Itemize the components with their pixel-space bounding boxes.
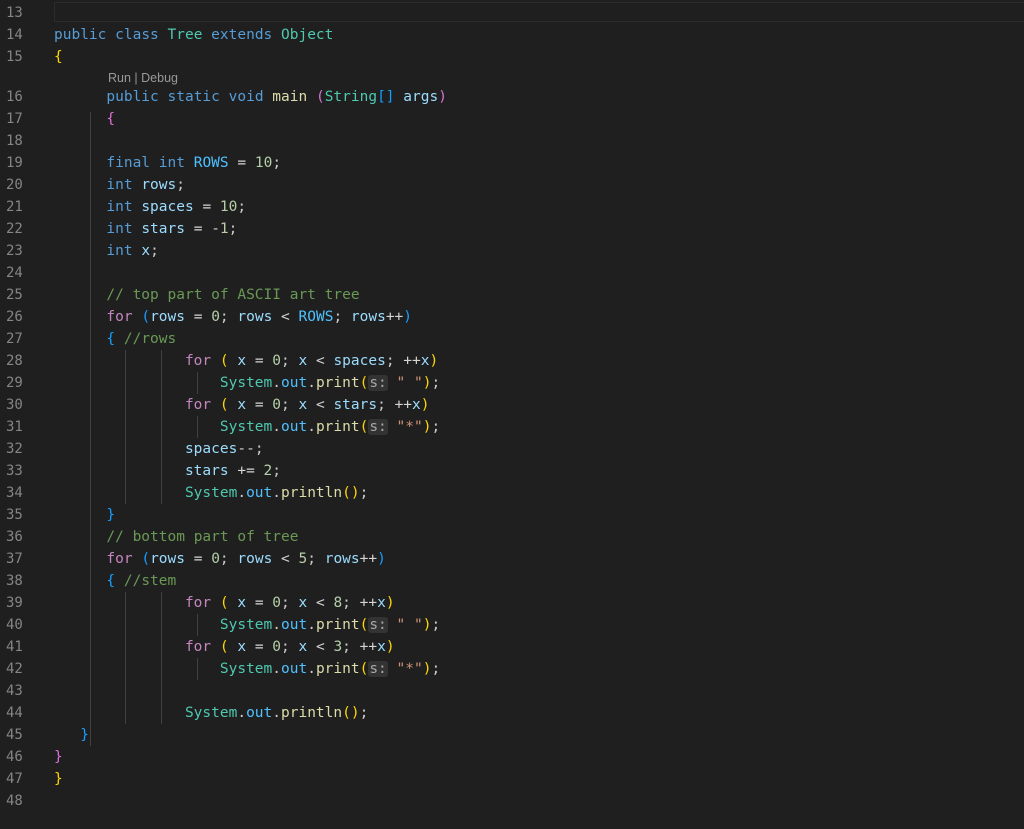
code-line-42[interactable]: System.out.print(s: "*"); — [54, 658, 440, 680]
line-number: 36 — [6, 529, 23, 545]
line-number: 26 — [6, 309, 23, 325]
code-line-30[interactable]: for ( x = 0; x < stars; ++x) — [54, 394, 430, 416]
code-line-19[interactable]: final int ROWS = 10; — [54, 152, 281, 174]
code-line-47[interactable]: } — [54, 768, 63, 790]
line-number: 35 — [6, 507, 23, 523]
code-line-26[interactable]: for (rows = 0; rows < ROWS; rows++) — [54, 306, 412, 328]
line-number: 17 — [6, 111, 23, 127]
code-line-23[interactable]: int x; — [54, 240, 158, 262]
line-number: 43 — [6, 683, 23, 699]
codelens: Run | Debug — [108, 69, 178, 87]
line-number: 44 — [6, 705, 23, 721]
line-number: 47 — [6, 771, 23, 787]
code-line-15[interactable]: { — [54, 46, 63, 68]
line-number: 27 — [6, 331, 23, 347]
code-editor[interactable]: 13 14 15 16 17 18 19 20 21 22 23 24 25 26 27 28 29 30 31 32… — [0, 0, 1024, 829]
code-line-25[interactable]: // top part of ASCII art tree — [54, 284, 359, 306]
line-number: 18 — [6, 133, 23, 149]
code-line-45[interactable]: } — [54, 724, 89, 746]
code-line-28[interactable]: for ( x = 0; x < spaces; ++x) — [54, 350, 438, 372]
code-line-27[interactable]: { //rows — [54, 328, 176, 350]
line-number: 48 — [6, 793, 23, 809]
code-line-41[interactable]: for ( x = 0; x < 3; ++x) — [54, 636, 395, 658]
line-number: 24 — [6, 265, 23, 281]
code-line-44[interactable]: System.out.println(); — [54, 702, 368, 724]
code-line-35[interactable]: } — [54, 504, 115, 526]
line-number: 16 — [6, 89, 23, 105]
line-number: 15 — [6, 49, 23, 65]
code-line-36[interactable]: // bottom part of tree — [54, 526, 298, 548]
line-number: 37 — [6, 551, 23, 567]
line-number: 38 — [6, 573, 23, 589]
line-number: 20 — [6, 177, 23, 193]
code-line-39[interactable]: for ( x = 0; x < 8; ++x) — [54, 592, 395, 614]
line-number: 33 — [6, 463, 23, 479]
code-line-33[interactable]: stars += 2; — [54, 460, 281, 482]
codelens-separator: | — [130, 71, 142, 85]
code-line-40[interactable]: System.out.print(s: " "); — [54, 614, 440, 636]
code-line-21[interactable]: int spaces = 10; — [54, 196, 246, 218]
line-number: 29 — [6, 375, 23, 391]
line-number: 45 — [6, 727, 23, 743]
code-line-22[interactable]: int stars = -1; — [54, 218, 237, 240]
code-line-34[interactable]: System.out.println(); — [54, 482, 368, 504]
code-line-14[interactable]: public class Tree extends Object — [54, 24, 333, 46]
line-number: 34 — [6, 485, 23, 501]
line-number: 22 — [6, 221, 23, 237]
code-line-46[interactable]: } — [54, 746, 63, 768]
code-line-29[interactable]: System.out.print(s: " "); — [54, 372, 440, 394]
line-number: 13 — [6, 5, 23, 21]
line-number: 30 — [6, 397, 23, 413]
code-line-38[interactable]: { //stem — [54, 570, 176, 592]
code-line-17[interactable]: { — [54, 108, 115, 130]
code-line-32[interactable]: spaces--; — [54, 438, 264, 460]
line-number: 14 — [6, 27, 23, 43]
line-number: 19 — [6, 155, 23, 171]
line-number: 32 — [6, 441, 23, 457]
code-line-37[interactable]: for (rows = 0; rows < 5; rows++) — [54, 548, 385, 570]
line-number: 42 — [6, 661, 23, 677]
line-number: 39 — [6, 595, 23, 611]
current-line-highlight — [54, 2, 1024, 22]
line-number: 46 — [6, 749, 23, 765]
line-number: 40 — [6, 617, 23, 633]
line-number: 31 — [6, 419, 23, 435]
line-number: 23 — [6, 243, 23, 259]
line-number: 25 — [6, 287, 23, 303]
line-number: 21 — [6, 199, 23, 215]
codelens-run-link[interactable]: Run — [108, 71, 131, 85]
code-line-16[interactable]: public static void main (String[] args) — [54, 86, 447, 108]
codelens-debug-link[interactable]: Debug — [141, 71, 178, 85]
code-line-20[interactable]: int rows; — [54, 174, 185, 196]
line-number: 28 — [6, 353, 23, 369]
code-line-31[interactable]: System.out.print(s: "*"); — [54, 416, 440, 438]
line-number: 41 — [6, 639, 23, 655]
